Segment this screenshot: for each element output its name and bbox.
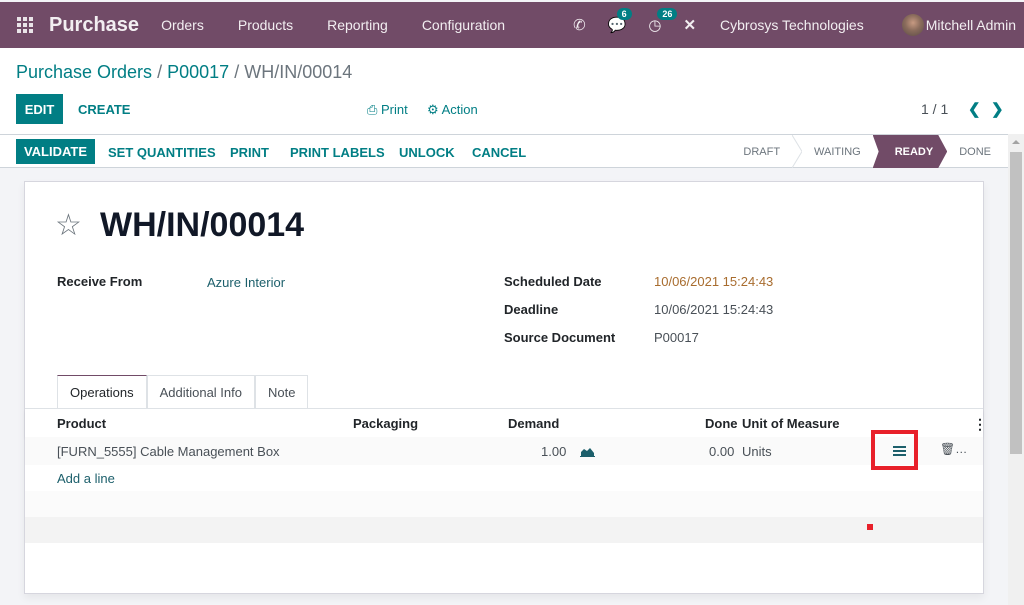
stage-done: DONE (959, 145, 991, 158)
breadcrumb-purchase-orders[interactable]: Purchase Orders (16, 62, 152, 82)
add-a-line-link[interactable]: Add a line (57, 471, 115, 486)
validate-button[interactable]: VALIDATE (16, 139, 95, 164)
printer-icon: ⎙ (367, 102, 382, 117)
stage-waiting: WAITING (814, 145, 861, 158)
cell-product[interactable]: [FURN_5555] Cable Management Box (57, 444, 280, 459)
star-icon[interactable]: ☆ (55, 208, 82, 243)
top-navbar: Purchase Orders Products Reporting Confi… (0, 2, 1024, 48)
scroll-up-arrow-icon[interactable] (1012, 140, 1020, 144)
action-dropdown[interactable]: ⚙ Action (427, 102, 478, 118)
edit-button[interactable]: EDIT (16, 94, 63, 124)
pager-previous-icon[interactable]: ❮ (968, 100, 981, 118)
menu-reporting[interactable]: Reporting (327, 17, 388, 33)
receive-from-value[interactable]: Azure Interior (207, 275, 285, 290)
tab-note[interactable]: Note (255, 375, 309, 408)
company-switcher[interactable]: Cybrosys Technologies (720, 17, 864, 33)
scroll-thumb[interactable] (1010, 152, 1022, 454)
table-row[interactable]: [FURN_5555] Cable Management Box 1.00 0.… (25, 437, 983, 465)
deadline-label: Deadline (504, 302, 559, 317)
activity-count-badge: 26 (657, 8, 678, 20)
cell-uom[interactable]: Units (742, 444, 772, 459)
create-button[interactable]: CREATE (78, 102, 130, 117)
column-unit-of-measure[interactable]: Unit of Measure (742, 416, 840, 431)
scrollbar[interactable] (1008, 134, 1024, 605)
gear-icon: ⚙ (427, 102, 442, 117)
apps-grid-icon[interactable] (17, 17, 33, 33)
cell-done[interactable]: 0.00 (709, 444, 734, 459)
scheduled-date-value: 10/06/2021 15:24:43 (654, 274, 774, 289)
breadcrumb: Purchase Orders / P00017 / WH/IN/00014 (16, 62, 353, 82)
column-packaging[interactable]: Packaging (353, 416, 418, 431)
menu-products[interactable]: Products (238, 17, 293, 33)
forecast-chart-icon[interactable] (580, 446, 595, 457)
pager-next-icon[interactable]: ❯ (991, 100, 1004, 118)
empty-row (25, 491, 983, 517)
highlight-box (871, 430, 918, 470)
stage-separator (792, 135, 803, 168)
print-dropdown[interactable]: ⎙ Print (367, 102, 408, 118)
stage-ready: READY (872, 135, 948, 168)
source-document-label: Source Document (504, 330, 616, 345)
delete-icon[interactable]: 🗑… (940, 442, 967, 456)
breadcrumb-p00017[interactable]: P00017 (167, 62, 229, 82)
unlock-button[interactable]: UNLOCK (399, 145, 455, 160)
empty-row (25, 517, 983, 543)
scheduled-date-label: Scheduled Date (504, 274, 602, 289)
app-name[interactable]: Purchase (49, 14, 139, 37)
print-labels-button[interactable]: PRINT LABELS (290, 145, 385, 160)
form-sheet: ☆ WH/IN/00014 Receive From Azure Interio… (24, 181, 987, 594)
receive-from-label: Receive From (57, 274, 143, 289)
menu-orders[interactable]: Orders (161, 17, 204, 33)
avatar[interactable] (901, 14, 924, 36)
print-button[interactable]: PRINT (230, 145, 269, 160)
column-demand[interactable]: Demand (508, 416, 559, 431)
optional-columns-icon[interactable]: ⋮ (973, 416, 987, 433)
tab-operations[interactable]: Operations (57, 375, 147, 409)
user-menu[interactable]: Mitchell Admin (926, 17, 1016, 33)
tools-icon[interactable]: ✕ (683, 16, 696, 34)
tab-additional-info[interactable]: Additional Info (146, 375, 255, 408)
control-panel: Purchase Orders / P00017 / WH/IN/00014 E… (0, 48, 1024, 135)
activity-clock-icon[interactable]: ◷ 26 (648, 8, 678, 34)
breadcrumb-current: WH/IN/00014 (244, 62, 353, 82)
menu-configuration[interactable]: Configuration (422, 17, 505, 33)
cancel-button[interactable]: CANCEL (472, 145, 526, 160)
column-done[interactable]: Done (705, 416, 738, 431)
stage-draft: DRAFT (743, 145, 781, 158)
column-product[interactable]: Product (57, 416, 106, 431)
pager-value[interactable]: 1 / 1 (921, 101, 948, 117)
chat-count-badge: 6 (616, 8, 632, 20)
phone-icon[interactable]: ✆ (573, 16, 586, 34)
highlight-marker (867, 524, 873, 530)
deadline-value: 10/06/2021 15:24:43 (654, 302, 774, 317)
stage-pipeline: DRAFT WAITING READY DONE (731, 135, 1008, 168)
set-quantities-button[interactable]: SET QUANTITIES (108, 145, 216, 160)
chat-icon[interactable]: 💬 6 (608, 8, 632, 34)
table-header: Product Packaging Demand Done Unit of Me… (25, 409, 987, 437)
record-title: WH/IN/00014 (100, 206, 305, 244)
notebook-tabs: Operations Additional Info Note (57, 375, 309, 409)
statusbar: VALIDATE SET QUANTITIES PRINT PRINT LABE… (0, 134, 1008, 168)
source-document-value: P00017 (654, 330, 699, 345)
cell-demand[interactable]: 1.00 (541, 444, 566, 459)
